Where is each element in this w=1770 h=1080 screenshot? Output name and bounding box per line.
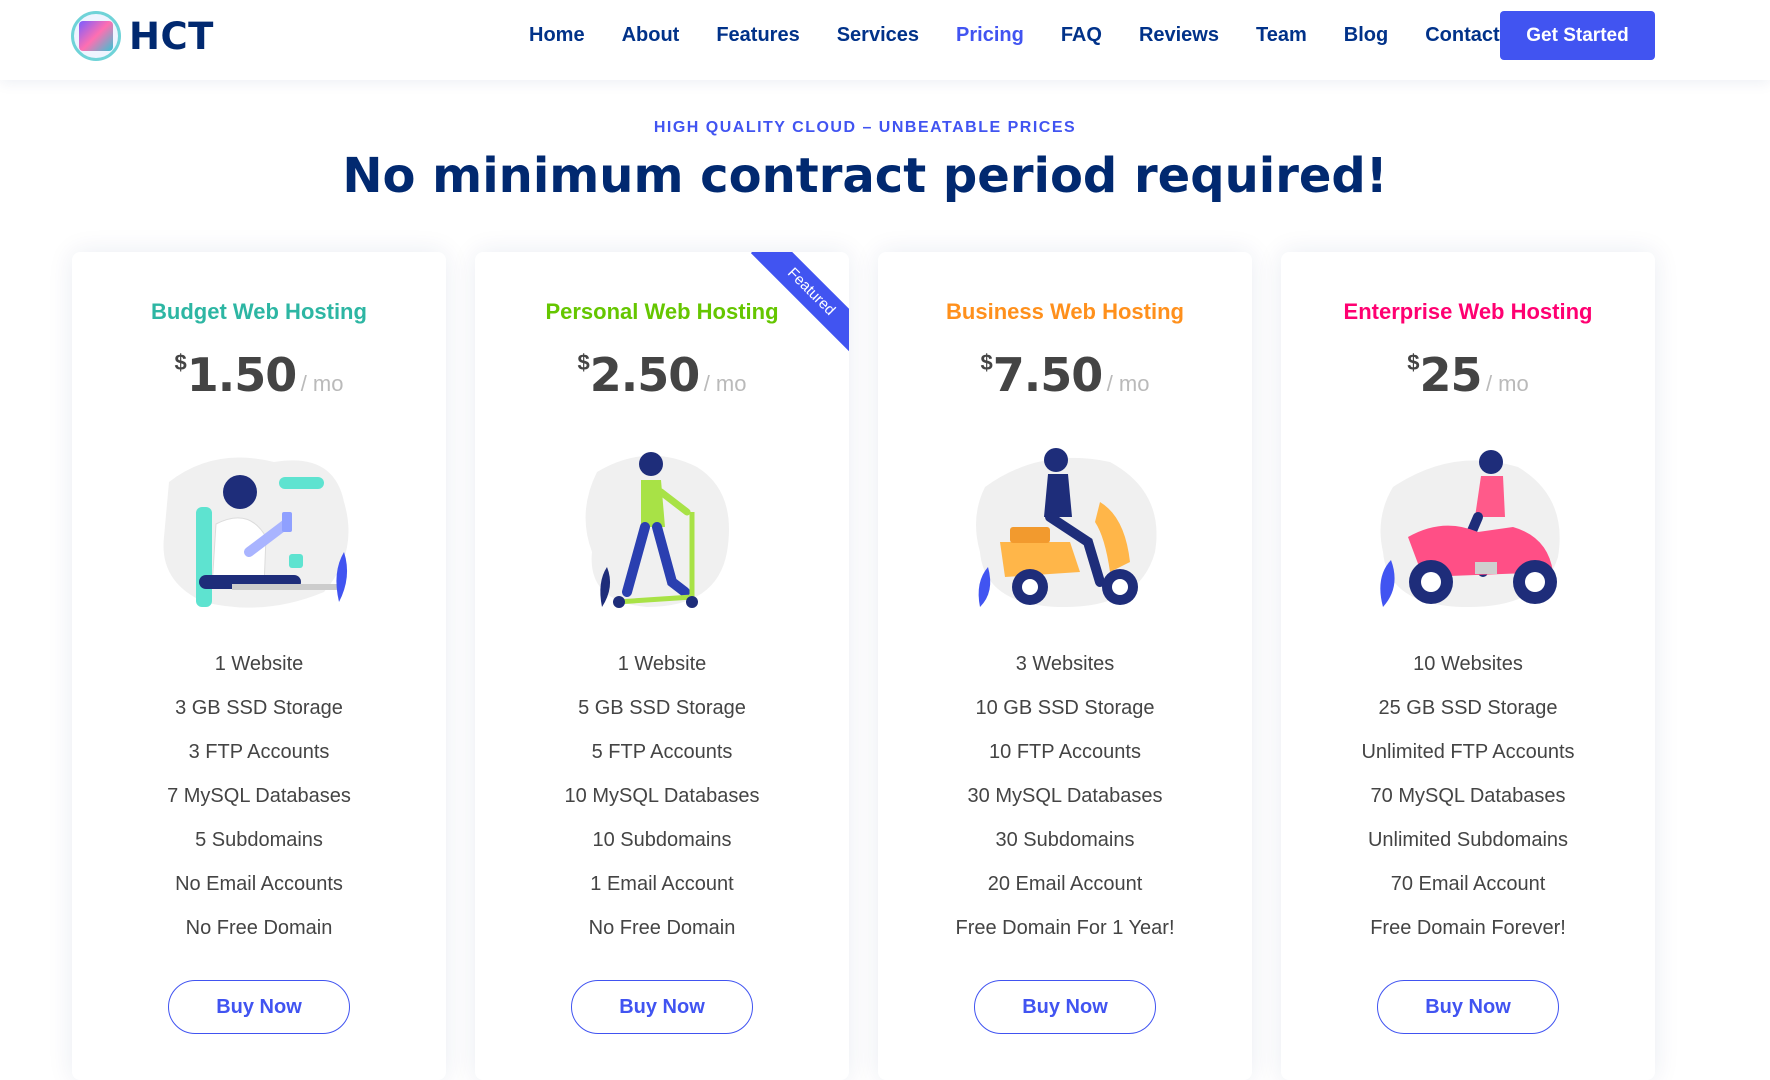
feature-item: 3 FTP Accounts xyxy=(188,741,330,763)
feature-item: 10 Subdomains xyxy=(592,829,732,851)
currency-symbol: $ xyxy=(174,350,187,375)
feature-item: 5 GB SSD Storage xyxy=(578,697,746,719)
plan-name: Enterprise Web Hosting xyxy=(1343,299,1593,324)
currency-symbol: $ xyxy=(980,350,993,375)
feature-item: 10 Websites xyxy=(1413,653,1523,675)
nav-item-team[interactable]: Team xyxy=(1256,24,1307,47)
nav-item-pricing[interactable]: Pricing xyxy=(956,24,1024,47)
plan-price: $25 / mo xyxy=(1281,348,1655,402)
pricing-card-business: Business Web Hosting $7.50 / mo 3 Websit… xyxy=(878,252,1252,1080)
feature-item: No Free Domain xyxy=(185,917,333,939)
section-eyebrow: HIGH QUALITY CLOUD – UNBEATABLE PRICES xyxy=(653,119,1077,136)
feature-item: 25 GB SSD Storage xyxy=(1378,697,1558,719)
logo-icon xyxy=(71,11,121,61)
feature-item: 1 Website xyxy=(214,653,304,675)
currency-symbol: $ xyxy=(577,350,590,375)
plan-price: $2.50 / mo xyxy=(475,348,849,402)
price-amount: 1.50 xyxy=(186,348,297,402)
nav-item-faq[interactable]: FAQ xyxy=(1061,24,1102,47)
feature-list: 3 Websites 10 GB SSD Storage 10 FTP Acco… xyxy=(878,642,1252,950)
feature-item: 10 MySQL Databases xyxy=(564,785,760,807)
feature-item: 3 GB SSD Storage xyxy=(175,697,343,719)
person-on-motorcycle-illustration xyxy=(1380,450,1560,607)
nav-item-reviews[interactable]: Reviews xyxy=(1139,24,1219,47)
buy-now-button[interactable]: Buy Now xyxy=(168,980,350,1034)
price-amount: 2.50 xyxy=(589,348,700,402)
brand-logo[interactable]: HCT xyxy=(71,11,214,61)
feature-item: No Free Domain xyxy=(588,917,736,939)
pricing-card-enterprise: Enterprise Web Hosting $25 / mo 10 Websi… xyxy=(1281,252,1655,1080)
feature-item: 1 Website xyxy=(617,653,707,675)
price-period: / mo xyxy=(1106,371,1150,396)
feature-item: 30 Subdomains xyxy=(995,829,1135,851)
person-with-phone-illustration xyxy=(163,457,349,608)
plan-price: $7.50 / mo xyxy=(878,348,1252,402)
feature-item: 5 Subdomains xyxy=(195,829,323,851)
feature-list: 1 Website 3 GB SSD Storage 3 FTP Account… xyxy=(72,642,446,950)
feature-item: 20 Email Account xyxy=(987,873,1143,895)
feature-item: 30 MySQL Databases xyxy=(967,785,1163,807)
buy-now-button[interactable]: Buy Now xyxy=(1377,980,1559,1034)
feature-item: 10 GB SSD Storage xyxy=(975,697,1155,719)
plan-name: Budget Web Hosting xyxy=(151,299,367,324)
feature-item: Unlimited Subdomains xyxy=(1367,829,1569,851)
plan-name: Business Web Hosting xyxy=(946,299,1184,324)
price-period: / mo xyxy=(1485,371,1529,396)
person-on-moped-illustration xyxy=(976,448,1157,607)
nav-item-home[interactable]: Home xyxy=(529,24,585,47)
nav-item-features[interactable]: Features xyxy=(716,24,799,47)
feature-item: 70 MySQL Databases xyxy=(1370,785,1566,807)
plan-name: Personal Web Hosting xyxy=(545,299,779,324)
feature-item: Unlimited FTP Accounts xyxy=(1361,741,1575,763)
section-title: No minimum contract period required! xyxy=(342,148,1388,204)
pricing-card-personal: Featured Personal Web Hosting $2.50 / mo… xyxy=(475,252,849,1080)
feature-item: 70 Email Account xyxy=(1390,873,1546,895)
feature-item: 7 MySQL Databases xyxy=(167,785,351,807)
feature-list: 10 Websites 25 GB SSD Storage Unlimited … xyxy=(1281,642,1655,950)
feature-item: 3 Websites xyxy=(1015,653,1115,675)
get-started-button[interactable]: Get Started xyxy=(1500,11,1655,60)
nav-item-contact[interactable]: Contact xyxy=(1425,24,1499,47)
price-period: / mo xyxy=(703,371,747,396)
person-on-scooter-illustration xyxy=(585,452,729,608)
currency-symbol: $ xyxy=(1407,350,1420,375)
site-header: HCT Home About Features Services Pricing… xyxy=(0,0,1770,80)
pricing-card-budget: Budget Web Hosting $1.50 / mo 1 Website … xyxy=(72,252,446,1080)
feature-item: 1 Email Account xyxy=(590,873,734,895)
price-period: / mo xyxy=(300,371,344,396)
buy-now-button[interactable]: Buy Now xyxy=(974,980,1156,1034)
buy-now-button[interactable]: Buy Now xyxy=(571,980,753,1034)
plan-price: $1.50 / mo xyxy=(72,348,446,402)
nav-item-services[interactable]: Services xyxy=(837,24,919,47)
feature-item: No Email Accounts xyxy=(175,873,343,895)
feature-list: 1 Website 5 GB SSD Storage 5 FTP Account… xyxy=(475,642,849,950)
feature-item: 10 FTP Accounts xyxy=(989,741,1141,763)
feature-item: 5 FTP Accounts xyxy=(591,741,733,763)
price-amount: 25 xyxy=(1419,348,1482,402)
feature-item: Free Domain For 1 Year! xyxy=(955,917,1175,939)
feature-item: Free Domain Forever! xyxy=(1370,917,1566,939)
nav-item-about[interactable]: About xyxy=(622,24,680,47)
price-amount: 7.50 xyxy=(992,348,1103,402)
main-nav: Home About Features Services Pricing FAQ… xyxy=(529,0,1537,71)
brand-name: HCT xyxy=(129,14,214,58)
nav-item-blog[interactable]: Blog xyxy=(1344,24,1388,47)
